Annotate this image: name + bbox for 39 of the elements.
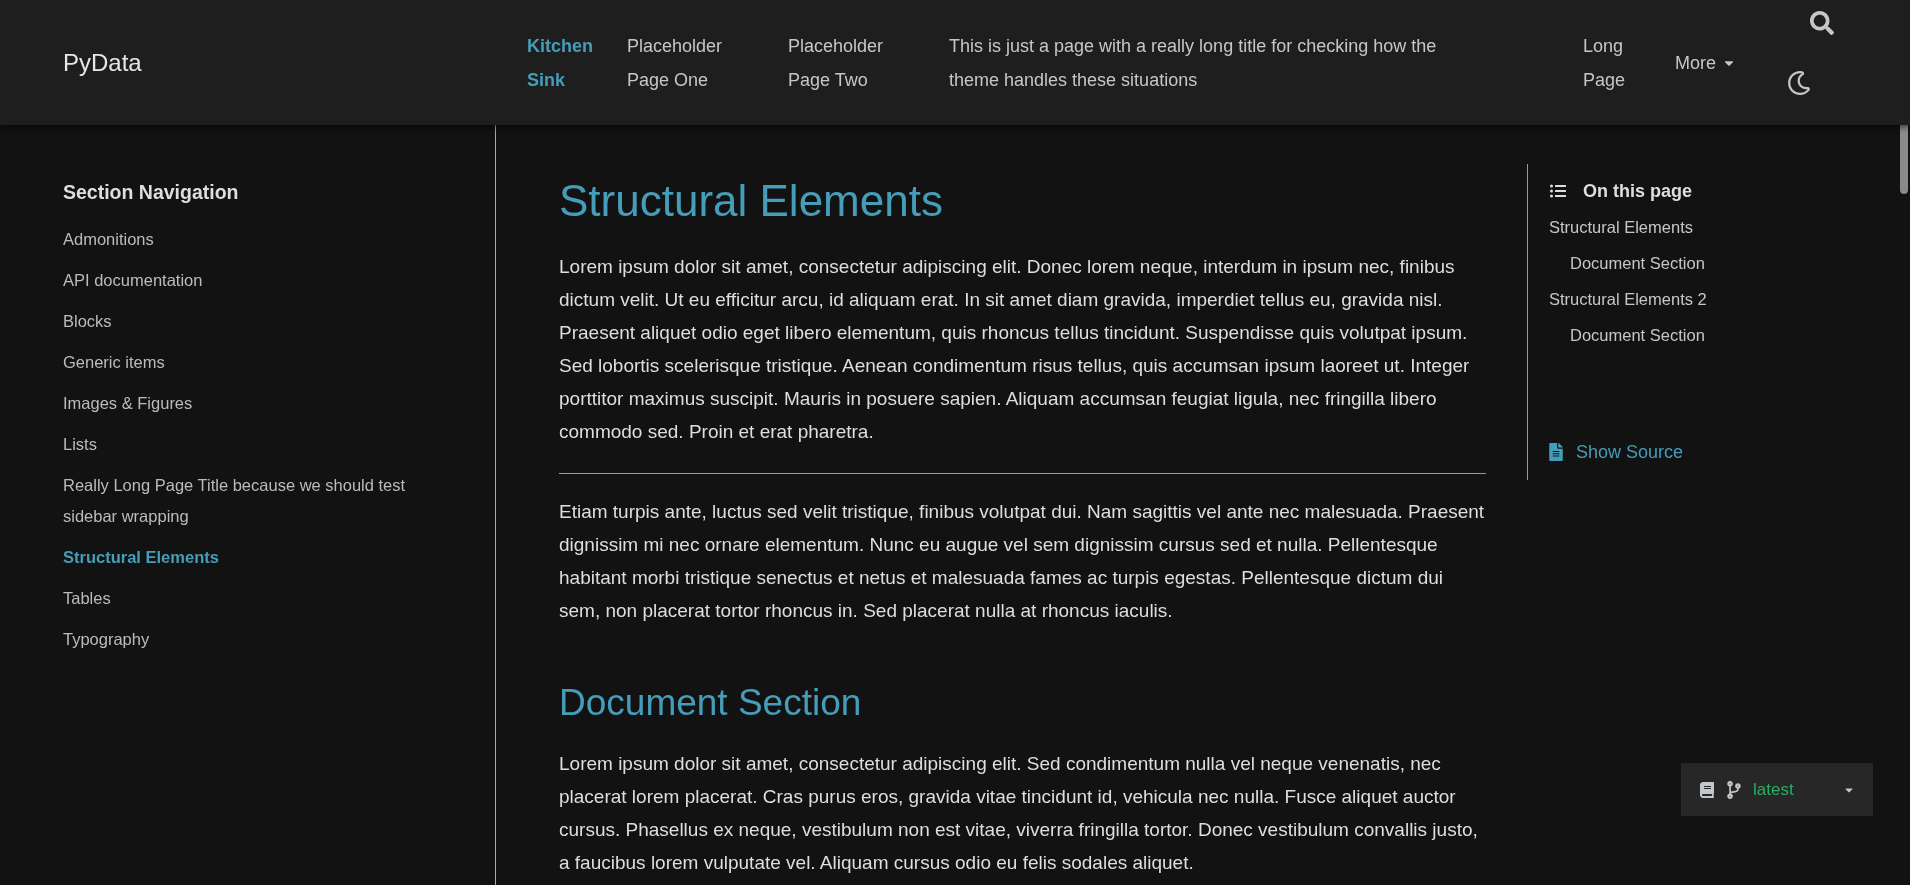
page-title: Structural Elements bbox=[559, 175, 943, 227]
body-paragraph: Etiam turpis ante, luctus sed velit tristique, finibus volutpat dui. Nam sagittis vel ante nec malesuada. Praesent dignissim mi nec ornare elementum. Nunc eu augue vel sem dignissim cursus sed et nulla. Pellentesque habitant morbi tristique senectus et netus et malesuada fames ac turpis egestas. Pellentesque dictum dui sem, non placerat tortor rhoncus in. Sed placerat nulla at rhoncus iaculis. bbox=[559, 500, 1486, 623]
sidebar-link[interactable]: Generic items bbox=[63, 347, 165, 378]
book-icon bbox=[1699, 781, 1715, 798]
moon-icon bbox=[1787, 71, 1811, 95]
sidebar-link[interactable]: Tables bbox=[63, 583, 111, 614]
more-dropdown[interactable]: More bbox=[1675, 45, 1736, 80]
toc-link[interactable]: Structural Elements bbox=[1549, 214, 1693, 240]
toc-link[interactable]: Document Section bbox=[1570, 322, 1705, 348]
show-source-link[interactable]: Show Source bbox=[1549, 439, 1684, 465]
nav-link[interactable]: Placeholder Page Two bbox=[788, 28, 900, 97]
nav-link[interactable]: Long Page bbox=[1583, 28, 1627, 97]
branch-icon bbox=[1727, 780, 1741, 799]
body-paragraph: Lorem ipsum dolor sit amet, consectetur adipiscing elit. Sed condimentum nulla vel neque venenatis, nec placerat lorem placerat. Cras purus eros, gravida vitae tincidunt id, vehicula nec nulla. Fusce aliquet auctor cursus. Phasellus ex neque, vestibulum non est vitae, viverra fringilla tortor. Donec vestibulum convallis justo, a faucibus lorem vulputate vel. Aliquam cursus odio eu felis sodales aliquet. bbox=[559, 752, 1479, 875]
sidebar-link[interactable]: Structural Elements bbox=[63, 542, 219, 573]
nav-link[interactable]: This is just a page with a really long title for checking how the theme handles these situations bbox=[949, 28, 1444, 97]
sidebar-link[interactable]: Admonitions bbox=[63, 224, 154, 255]
sidebar-link[interactable]: Images & Figures bbox=[63, 388, 193, 419]
sidebar-link[interactable]: Lists bbox=[63, 429, 97, 460]
sidebar-link[interactable]: API documentation bbox=[63, 265, 203, 296]
nav-link[interactable]: Kitchen Sink bbox=[527, 28, 593, 97]
nav-link[interactable]: Placeholder Page One bbox=[627, 28, 739, 97]
search-button[interactable] bbox=[1810, 11, 1834, 35]
scrollbar-thumb[interactable] bbox=[1900, 122, 1908, 194]
file-icon bbox=[1549, 443, 1563, 461]
search-icon bbox=[1810, 11, 1834, 35]
list-icon bbox=[1549, 183, 1567, 199]
toc-heading: On this page bbox=[1583, 180, 1692, 203]
toc-link[interactable]: Structural Elements 2 bbox=[1549, 286, 1707, 312]
section-heading: Document Section bbox=[559, 681, 862, 725]
site-logo[interactable]: PyData bbox=[63, 48, 142, 76]
toc-link[interactable]: Document Section bbox=[1570, 250, 1705, 276]
sidebar-link[interactable]: Typography bbox=[63, 624, 150, 655]
sidebar-heading: Section Navigation bbox=[63, 180, 239, 205]
theme-toggle[interactable] bbox=[1787, 71, 1811, 95]
version-menu[interactable]: latest bbox=[1681, 763, 1873, 816]
body-paragraph: Lorem ipsum dolor sit amet, consectetur adipiscing elit. Donec lorem neque, interdum in ipsum nec, finibus dictum velit. Ut eu efficitur arcu, id aliquam erat. In sit amet diam gravida, imperdiet tellus eu, gravida nisl. Praesent aliquet odio eget libero elementum, quis rhoncus tellus tincidunt. Suspendisse quis volutpat ipsum. Sed lobortis scelerisque tristique. Aenean condimentum risus tellus, quis accumsan ipsum laoreet ut. Integer porttitor maximus suscipit. Mauris in posuere sapien. Aliquam accumsan feugiat ligula, nec fringilla libero commodo sed. Proin et erat pharetra. bbox=[559, 255, 1471, 444]
sidebar-link[interactable]: Really Long Page Title because we should test sidebar wrapping bbox=[63, 470, 463, 532]
sidebar-link[interactable]: Blocks bbox=[63, 306, 112, 337]
